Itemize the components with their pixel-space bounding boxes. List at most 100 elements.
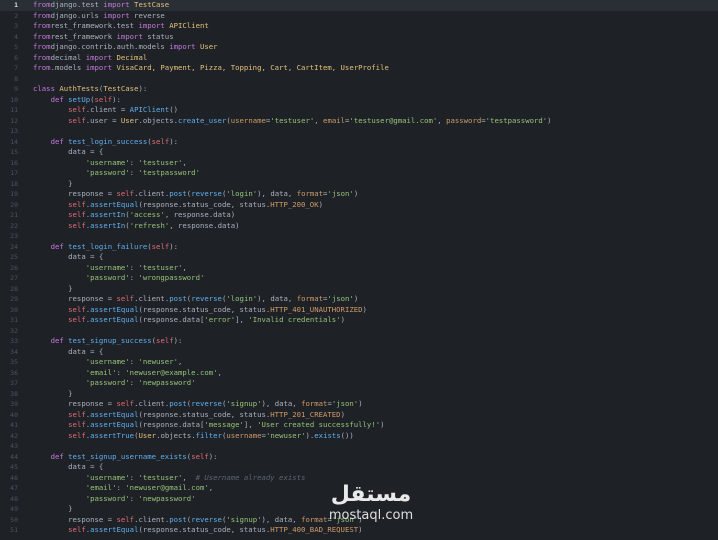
code-token: from — [33, 10, 51, 20]
code-line[interactable]: 31 self.assertEqual(response.data['error… — [0, 315, 718, 326]
code-token: self — [68, 525, 86, 534]
code-token: 'newuser@example.com' — [125, 367, 218, 377]
code-token: format — [296, 294, 324, 303]
code-token: TestCase — [129, 0, 170, 9]
code-line[interactable]: 28 } — [0, 284, 718, 295]
code-line[interactable]: 24 def test_login_failure(self): — [0, 242, 718, 253]
code-line[interactable]: 43 — [0, 441, 718, 452]
code-line[interactable]: 25 data = { — [0, 252, 718, 263]
code-line[interactable]: 34 data = { — [0, 347, 718, 358]
code-line[interactable]: 27 'password': 'wrongpassword' — [0, 273, 718, 284]
code-token: self — [68, 115, 86, 125]
code-line[interactable]: 11 self.client = APIClient() — [0, 105, 718, 116]
code-line[interactable]: 10 def setUp(self): — [0, 95, 718, 106]
code-text: self.assertTrue(User.objects.filter(user… — [33, 431, 354, 442]
code-line[interactable]: 41 self.assertEqual(response.data['messa… — [0, 420, 718, 431]
code-text: self.assertEqual(response.status_code, s… — [33, 410, 345, 421]
code-line[interactable]: 42 self.assertTrue(User.objects.filter(u… — [0, 431, 718, 442]
code-text: 'password': 'testpassword' — [33, 168, 200, 179]
code-token: assertTrue — [90, 430, 135, 440]
code-token: post — [169, 189, 187, 198]
code-editor[interactable]: 1 fromdjango.test import TestCase 2 fromdja… — [0, 0, 718, 540]
code-token: .client. — [134, 189, 170, 198]
code-line[interactable]: 14 def test_login_success(self): — [0, 137, 718, 148]
code-token: self — [68, 315, 86, 324]
code-line[interactable]: 17 'password': 'testpassword' — [0, 168, 718, 179]
code-text: self.assertEqual(response.data['error'],… — [33, 315, 345, 326]
line-number: 4 — [14, 32, 18, 41]
code-line[interactable]: 4 fromrest_framework import status — [0, 32, 718, 43]
code-token: self — [116, 189, 135, 198]
code-line[interactable]: 44 def test_signup_username_exists(self)… — [0, 452, 718, 463]
line-number: 35 — [10, 358, 18, 366]
code-token: django.test — [50, 0, 104, 9]
code-token: from — [33, 63, 51, 72]
line-number: 51 — [10, 526, 18, 534]
code-line[interactable]: 23 — [0, 231, 718, 242]
code-line[interactable]: 12 self.user = User.objects.create_user(… — [0, 116, 718, 127]
code-line[interactable]: 45 data = { — [0, 462, 718, 473]
code-token: self — [151, 241, 170, 251]
line-number: 21 — [10, 211, 18, 219]
code-token: reverse — [129, 10, 165, 20]
code-line[interactable]: 6 fromdecimal import Decimal — [0, 53, 718, 64]
code-line[interactable]: 3 fromrest_framework.test import APIClien… — [0, 21, 718, 32]
code-token: reverse — [191, 514, 222, 524]
code-line[interactable]: 8 — [0, 74, 718, 85]
code-line[interactable]: 30 self.assertEqual(response.status_code… — [0, 305, 718, 316]
line-number: 28 — [10, 284, 18, 293]
line-number: 12 — [10, 116, 18, 125]
code-area[interactable]: 1 fromdjango.test import TestCase 2 fromdja… — [0, 0, 718, 536]
code-token: , response.data) — [164, 210, 236, 219]
code-line[interactable]: 32 — [0, 326, 718, 337]
code-line[interactable]: 20 self.assertEqual(response.status_code… — [0, 200, 718, 211]
code-token: import — [85, 63, 113, 72]
code-text: fromdjango.test import TestCase — [33, 0, 169, 11]
code-token: ): — [138, 84, 148, 93]
code-token: (response.status_code, status. — [138, 304, 271, 314]
code-line[interactable]: 33 def test_signup_success(self): — [0, 336, 718, 347]
code-text: response = self.client.post(reverse('log… — [33, 294, 358, 305]
code-token: username — [226, 430, 262, 440]
code-line[interactable]: 21 self.assertIn('access', response.data… — [0, 210, 718, 221]
code-line[interactable]: 2 fromdjango.urls import reverse — [0, 11, 718, 22]
code-token: AuthTests — [54, 84, 99, 93]
code-line[interactable]: 18 } — [0, 179, 718, 190]
code-line[interactable]: 35 'username': 'newuser', — [0, 357, 718, 368]
code-line[interactable]: 7 from.models import VisaCard, Payment, P… — [0, 63, 718, 74]
code-token: self — [116, 514, 135, 524]
code-line[interactable]: 37 'password': 'newpassword' — [0, 378, 718, 389]
code-line[interactable]: 1 fromdjango.test import TestCase — [0, 0, 718, 11]
code-line[interactable]: 38 } — [0, 389, 718, 400]
code-token: setUp — [63, 94, 91, 104]
code-token: : — [116, 483, 126, 492]
code-line[interactable]: 19 response = self.client.post(reverse('… — [0, 189, 718, 200]
code-line[interactable]: 40 self.assertEqual(response.status_code… — [0, 410, 718, 421]
code-line[interactable]: 13 — [0, 126, 718, 137]
code-token: ) — [547, 115, 552, 125]
code-text: data = { — [33, 147, 103, 158]
code-line[interactable]: 5 fromdjango.contrib.auth.models import U… — [0, 42, 718, 53]
code-line[interactable]: 26 'username': 'testuser', — [0, 263, 718, 274]
code-line[interactable]: 29 response = self.client.post(reverse('… — [0, 294, 718, 305]
code-line[interactable]: 39 response = self.client.post(reverse('… — [0, 399, 718, 410]
code-line[interactable]: 22 self.assertIn('refresh', response.dat… — [0, 221, 718, 232]
code-token: ) — [362, 304, 367, 314]
code-text: } — [33, 284, 72, 295]
code-token: test_signup_username_exists — [63, 451, 187, 461]
code-text: response = self.client.post(reverse('sig… — [33, 514, 362, 526]
code-token: TestCase — [103, 84, 139, 93]
code-line[interactable]: 16 'username': 'testuser', — [0, 158, 718, 169]
code-line[interactable]: 9 class AuthTests(TestCase): — [0, 84, 718, 95]
code-token: .client = — [85, 105, 130, 114]
code-line[interactable]: 15 data = { — [0, 147, 718, 158]
code-token: assertIn — [90, 210, 126, 219]
code-line[interactable]: 36 'email': 'newuser@example.com', — [0, 368, 718, 379]
code-token: password — [446, 115, 482, 125]
